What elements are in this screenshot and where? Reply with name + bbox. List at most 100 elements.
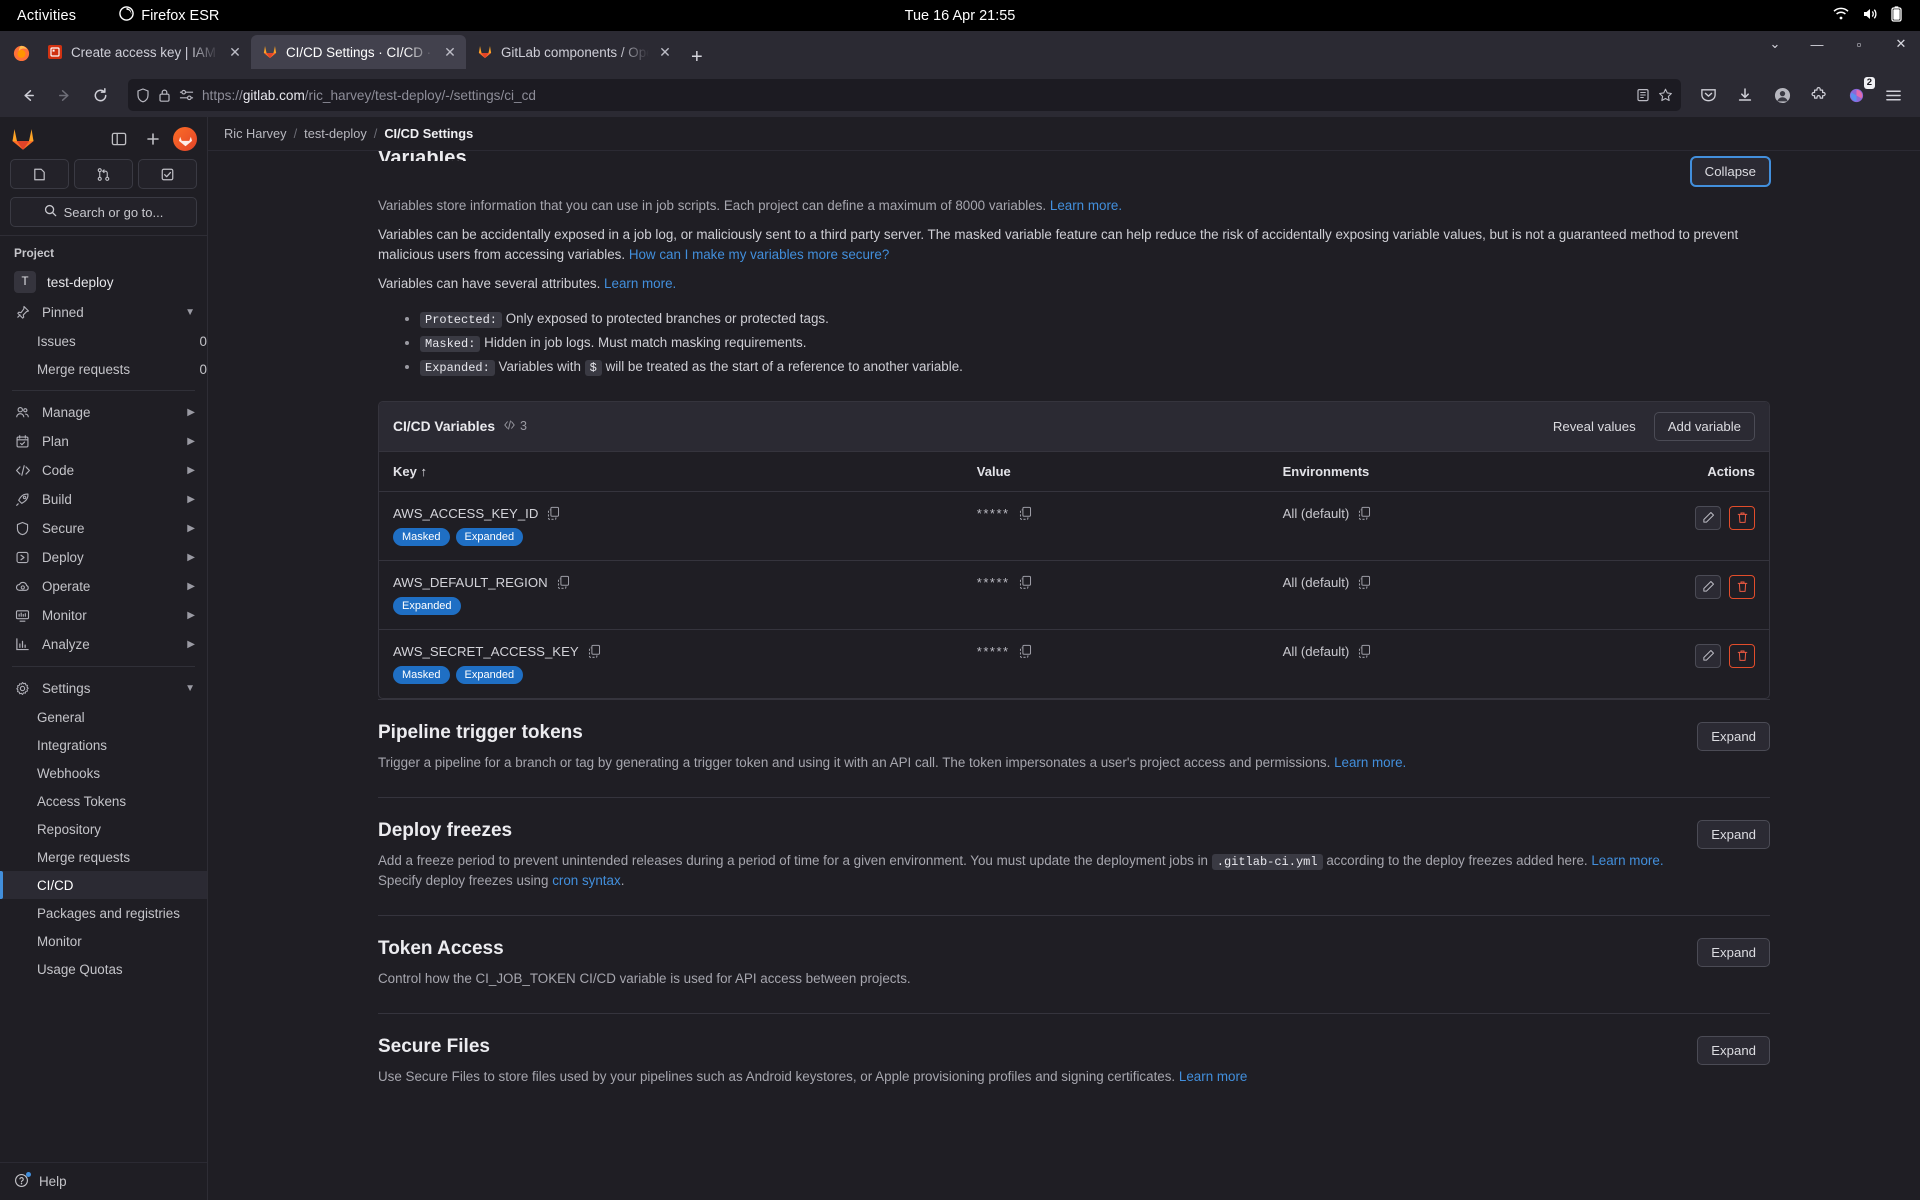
url-text[interactable]: https://gitlab.com/ric_harvey/test-deplo… — [202, 88, 1628, 103]
maximize-button[interactable]: ▫ — [1848, 37, 1870, 52]
address-bar[interactable]: https://gitlab.com/ric_harvey/test-deplo… — [128, 79, 1681, 111]
copy-icon[interactable] — [557, 575, 570, 590]
browser-tab[interactable]: Create access key | IAM | G ✕ — [36, 35, 251, 69]
search-input[interactable]: Search or go to... — [10, 197, 197, 227]
sidebar-item-settings[interactable]: Settings ▼ — [0, 674, 207, 703]
issues-shortcut-button[interactable] — [10, 159, 69, 189]
column-header-key[interactable]: Key ↑ — [379, 451, 963, 492]
browser-tab[interactable]: GitLab components / Ope ✕ — [466, 35, 681, 69]
system-tray[interactable] — [1833, 5, 1902, 26]
create-new-icon[interactable] — [139, 125, 167, 153]
edit-pencil-icon[interactable] — [1695, 505, 1721, 530]
downloads-icon[interactable] — [1730, 80, 1760, 110]
shield-icon[interactable] — [136, 87, 150, 103]
sidebar-item-repository[interactable]: Repository — [0, 815, 207, 843]
copy-icon[interactable] — [1358, 575, 1371, 590]
close-icon[interactable]: ✕ — [442, 44, 458, 61]
close-icon[interactable]: ✕ — [227, 44, 243, 61]
column-header-value[interactable]: Value — [962, 451, 1269, 492]
sidebar-item-deploy[interactable]: Deploy ▶ — [0, 543, 207, 572]
close-icon[interactable]: ✕ — [657, 44, 673, 61]
extensions-puzzle-icon[interactable] — [1804, 80, 1834, 110]
sidebar-item-manage[interactable]: Manage ▶ — [0, 398, 207, 427]
lock-icon[interactable] — [158, 88, 171, 103]
activities-button[interactable]: Activities — [17, 8, 76, 24]
sidebar-item-usage-quotas[interactable]: Usage Quotas — [0, 955, 207, 983]
cron-syntax-link[interactable]: cron syntax — [552, 873, 620, 888]
add-variable-button[interactable]: Add variable — [1653, 411, 1755, 441]
copy-icon[interactable] — [588, 644, 601, 659]
sidebar-item-settings-merge-requests[interactable]: Merge requests — [0, 843, 207, 871]
wifi-icon[interactable] — [1833, 7, 1849, 25]
sidebar-item-packages-and-registries[interactable]: Packages and registries — [0, 899, 207, 927]
sidebar-item-general[interactable]: General — [0, 703, 207, 731]
battery-icon[interactable] — [1891, 5, 1902, 26]
close-window-button[interactable]: ✕ — [1890, 36, 1912, 52]
sidebar-item-pinned[interactable]: Pinned ▼ — [0, 298, 207, 327]
back-button[interactable] — [12, 79, 44, 111]
copy-icon[interactable] — [547, 506, 560, 521]
sidebar-item-operate[interactable]: Operate ▶ — [0, 572, 207, 601]
copy-icon[interactable] — [1358, 506, 1371, 521]
breadcrumb-item-user[interactable]: Ric Harvey — [224, 126, 287, 141]
learn-more-link[interactable]: Learn more. — [1591, 853, 1663, 868]
expand-button[interactable]: Expand — [1697, 1036, 1770, 1066]
trash-icon[interactable] — [1729, 643, 1755, 668]
sidebar-item-plan[interactable]: Plan ▶ — [0, 427, 207, 456]
expand-button[interactable]: Expand — [1697, 819, 1770, 849]
extension-action-button[interactable]: 2 — [1841, 77, 1875, 110]
expand-button[interactable]: Expand — [1697, 938, 1770, 968]
active-application-indicator[interactable]: Firefox ESR — [119, 6, 219, 25]
bookmark-star-icon[interactable] — [1658, 88, 1673, 102]
forward-button[interactable] — [48, 79, 80, 111]
trash-icon[interactable] — [1729, 505, 1755, 530]
sidebar-item-webhooks[interactable]: Webhooks — [0, 759, 207, 787]
browser-tab-active[interactable]: CI/CD Settings · CI/CD · Se ✕ — [251, 35, 466, 69]
sidebar-item-help[interactable]: Help — [0, 1162, 207, 1200]
sidebar-item-monitor[interactable]: Monitor ▶ — [0, 601, 207, 630]
learn-more-link[interactable]: Learn more — [1179, 1069, 1247, 1084]
collapse-button[interactable]: Collapse — [1690, 157, 1770, 186]
edit-pencil-icon[interactable] — [1695, 574, 1721, 599]
learn-more-link[interactable]: Learn more. — [1334, 755, 1406, 770]
sidebar-item-code[interactable]: Code ▶ — [0, 456, 207, 485]
volume-icon[interactable] — [1862, 7, 1878, 25]
variables-security-link[interactable]: How can I make my variables more secure? — [629, 247, 889, 262]
gitlab-logo-icon[interactable] — [10, 126, 36, 152]
attributes-learn-more-link[interactable]: Learn more. — [604, 276, 676, 291]
clock[interactable]: Tue 16 Apr 21:55 — [0, 8, 1920, 24]
merge-requests-shortcut-button[interactable] — [74, 159, 133, 189]
sidebar-item-access-tokens[interactable]: Access Tokens — [0, 787, 207, 815]
todos-shortcut-button[interactable] — [138, 159, 197, 189]
account-avatar[interactable] — [1767, 80, 1797, 110]
sidebar-item-integrations[interactable]: Integrations — [0, 731, 207, 759]
pocket-icon[interactable] — [1693, 80, 1723, 110]
learn-more-link[interactable]: Learn more. — [1050, 198, 1122, 213]
hamburger-menu-icon[interactable] — [1878, 80, 1908, 110]
sidebar-item-project[interactable]: T test-deploy — [0, 266, 207, 298]
column-header-environments[interactable]: Environments — [1268, 451, 1575, 492]
copy-icon[interactable] — [1019, 506, 1032, 521]
reload-button[interactable] — [84, 79, 116, 111]
sidebar-item-issues[interactable]: Issues 0 — [0, 327, 207, 355]
toggle-sidebar-icon[interactable] — [105, 125, 133, 153]
reveal-values-button[interactable]: Reveal values — [1543, 413, 1646, 440]
permissions-icon[interactable] — [179, 88, 194, 102]
minimize-button[interactable]: — — [1806, 37, 1828, 52]
sidebar-item-secure[interactable]: Secure ▶ — [0, 514, 207, 543]
edit-pencil-icon[interactable] — [1695, 643, 1721, 668]
sidebar-item-build[interactable]: Build ▶ — [0, 485, 207, 514]
breadcrumb-item-project[interactable]: test-deploy — [304, 126, 367, 141]
trash-icon[interactable] — [1729, 574, 1755, 599]
list-all-tabs-icon[interactable]: ⌄ — [1764, 36, 1786, 52]
sidebar-item-cicd[interactable]: CI/CD — [0, 871, 207, 899]
sidebar-item-analyze[interactable]: Analyze ▶ — [0, 630, 207, 659]
expand-button[interactable]: Expand — [1697, 721, 1770, 751]
copy-icon[interactable] — [1019, 644, 1032, 659]
sidebar-item-merge-requests[interactable]: Merge requests 0 — [0, 355, 207, 383]
user-avatar[interactable] — [173, 127, 197, 151]
copy-icon[interactable] — [1019, 575, 1032, 590]
copy-icon[interactable] — [1358, 644, 1371, 659]
new-tab-button[interactable]: + — [681, 47, 713, 73]
reader-view-icon[interactable] — [1636, 88, 1650, 102]
